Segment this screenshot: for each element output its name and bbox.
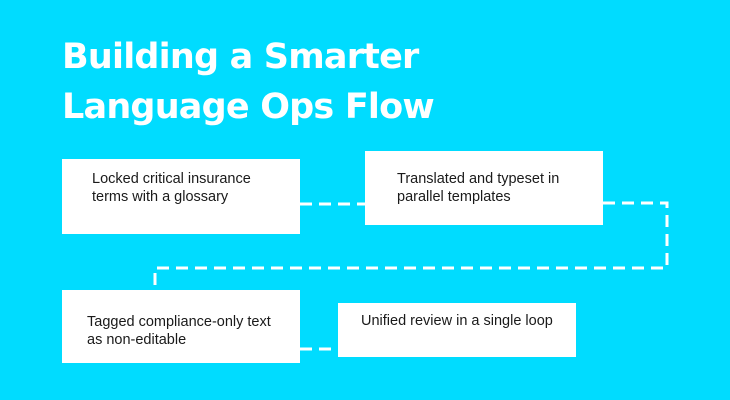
flow-step-4: Unified review in a single loop xyxy=(338,303,576,357)
flow-step-2-text: Translated and typeset in parallel templ… xyxy=(397,171,560,205)
flow-step-4-text: Unified review in a single loop xyxy=(361,313,553,329)
flow-step-2: Translated and typeset in parallel templ… xyxy=(365,151,603,225)
flow-step-3-text: Tagged compliance-only text as non-edita… xyxy=(87,314,271,348)
flow-step-3: Tagged compliance-only text as non-edita… xyxy=(62,290,300,363)
flow-step-1-text: Locked critical insurance terms with a g… xyxy=(92,171,251,205)
flow-step-1: Locked critical insurance terms with a g… xyxy=(62,159,300,234)
